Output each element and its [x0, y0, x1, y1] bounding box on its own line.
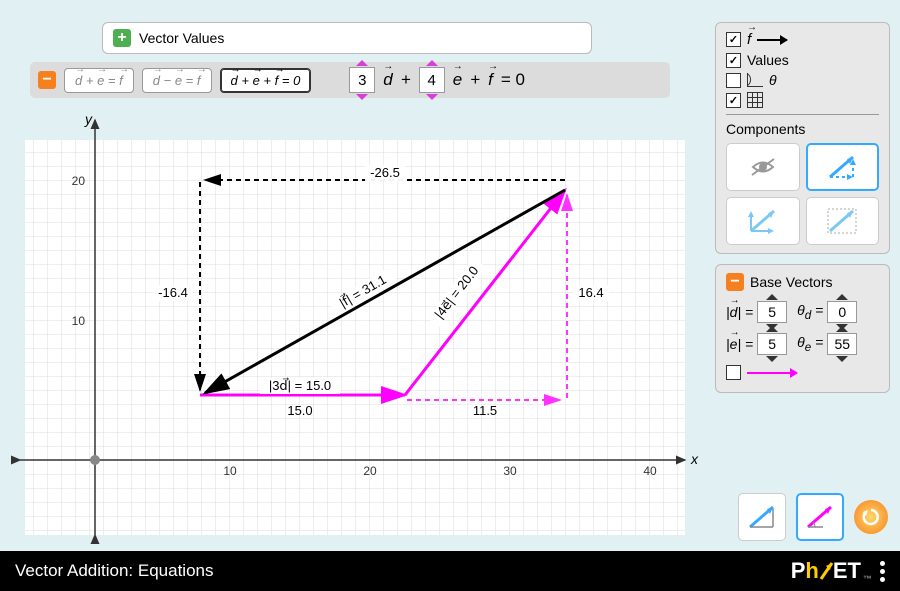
base-vectors-title: Base Vectors	[750, 274, 833, 290]
angle-icon	[747, 73, 763, 87]
equation-display: 3 d + 4 e + f = 0	[349, 67, 525, 93]
checkbox-icon	[726, 53, 741, 68]
plus-label: +	[401, 70, 411, 90]
arrow-icon	[747, 372, 797, 374]
plus-label-2: +	[470, 70, 480, 90]
svg-text:20: 20	[72, 174, 86, 188]
x-axis-label: x	[690, 451, 699, 467]
color-scheme-blue-button[interactable]	[738, 493, 786, 541]
arrow-icon	[757, 39, 787, 41]
equals-zero-label: = 0	[501, 70, 525, 90]
svg-text:40: 40	[643, 464, 657, 478]
label-ey: 16.4	[578, 285, 603, 300]
e-angle-spinner[interactable]: 55	[827, 333, 857, 355]
equation-toolbar: − d + e = f d − e = f d + e + f = 0 3 d …	[30, 62, 670, 98]
collapse-icon[interactable]: −	[38, 71, 56, 89]
checkbox-f-vector[interactable]: f	[726, 31, 879, 48]
label-d-mag: |3d⃗| = 15.0	[269, 378, 331, 393]
vector-values-accordion[interactable]: + Vector Values	[102, 22, 592, 54]
color-scheme-magenta-button[interactable]	[796, 493, 844, 541]
svg-text:20: 20	[363, 464, 377, 478]
checkbox-icon	[726, 73, 741, 88]
components-projection-button[interactable]	[806, 197, 880, 245]
checkbox-icon	[726, 32, 741, 47]
equation-option-zero[interactable]: d + e + f = 0	[220, 68, 312, 93]
components-title: Components	[726, 121, 879, 137]
svg-text:10: 10	[72, 314, 86, 328]
expand-icon[interactable]: +	[113, 29, 131, 47]
sim-title: Vector Addition: Equations	[15, 561, 213, 581]
coef-d-spinner[interactable]: 3	[349, 67, 375, 93]
components-triangle-button[interactable]	[726, 197, 800, 245]
phet-logo[interactable]: Ph ET ™	[791, 558, 885, 584]
label-fy: -16.4	[158, 285, 188, 300]
grid-icon	[747, 92, 763, 108]
coef-e-spinner[interactable]: 4	[419, 67, 445, 93]
components-none-button[interactable]	[726, 143, 800, 191]
checkbox-icon	[726, 365, 741, 380]
collapse-icon[interactable]: −	[726, 273, 744, 291]
base-vectors-panel: − Base Vectors |d| = 5 θd = 0 |e| = 5 θe…	[715, 264, 890, 393]
d-magnitude-spinner[interactable]: 5	[757, 301, 787, 323]
svg-text:10: 10	[223, 464, 237, 478]
vec-d-label: d	[383, 70, 392, 90]
title-bar: Vector Addition: Equations Ph ET ™	[0, 551, 900, 591]
y-axis-label: y	[84, 111, 93, 127]
checkbox-grid[interactable]	[726, 92, 879, 108]
label-ex: 11.5	[473, 403, 497, 418]
reset-button[interactable]	[854, 500, 888, 534]
d-angle-spinner[interactable]: 0	[827, 301, 857, 323]
vector-values-label: Vector Values	[139, 30, 224, 46]
checkbox-angles[interactable]: θ	[726, 72, 879, 88]
checkbox-icon	[726, 93, 741, 108]
e-magnitude-spinner[interactable]: 5	[757, 333, 787, 355]
components-parallelogram-button[interactable]	[806, 143, 880, 191]
equation-option-diff[interactable]: d − e = f	[142, 68, 212, 93]
label-dx: 15.0	[287, 403, 312, 418]
svg-text:30: 30	[503, 464, 517, 478]
equation-option-sum[interactable]: d + e = f	[64, 68, 134, 93]
vec-f-label: f	[488, 70, 493, 90]
menu-icon[interactable]	[880, 561, 885, 582]
checkbox-values[interactable]: Values	[726, 52, 879, 68]
show-base-vectors-checkbox[interactable]	[726, 365, 879, 380]
graph-area[interactable]: x y 10 20 30 40 10 20 -26.5 -16.4 16.4 |…	[5, 110, 700, 545]
label-fx: -26.5	[370, 165, 400, 180]
display-options-panel: f Values θ Components	[715, 22, 890, 254]
vec-e-label: e	[453, 70, 462, 90]
